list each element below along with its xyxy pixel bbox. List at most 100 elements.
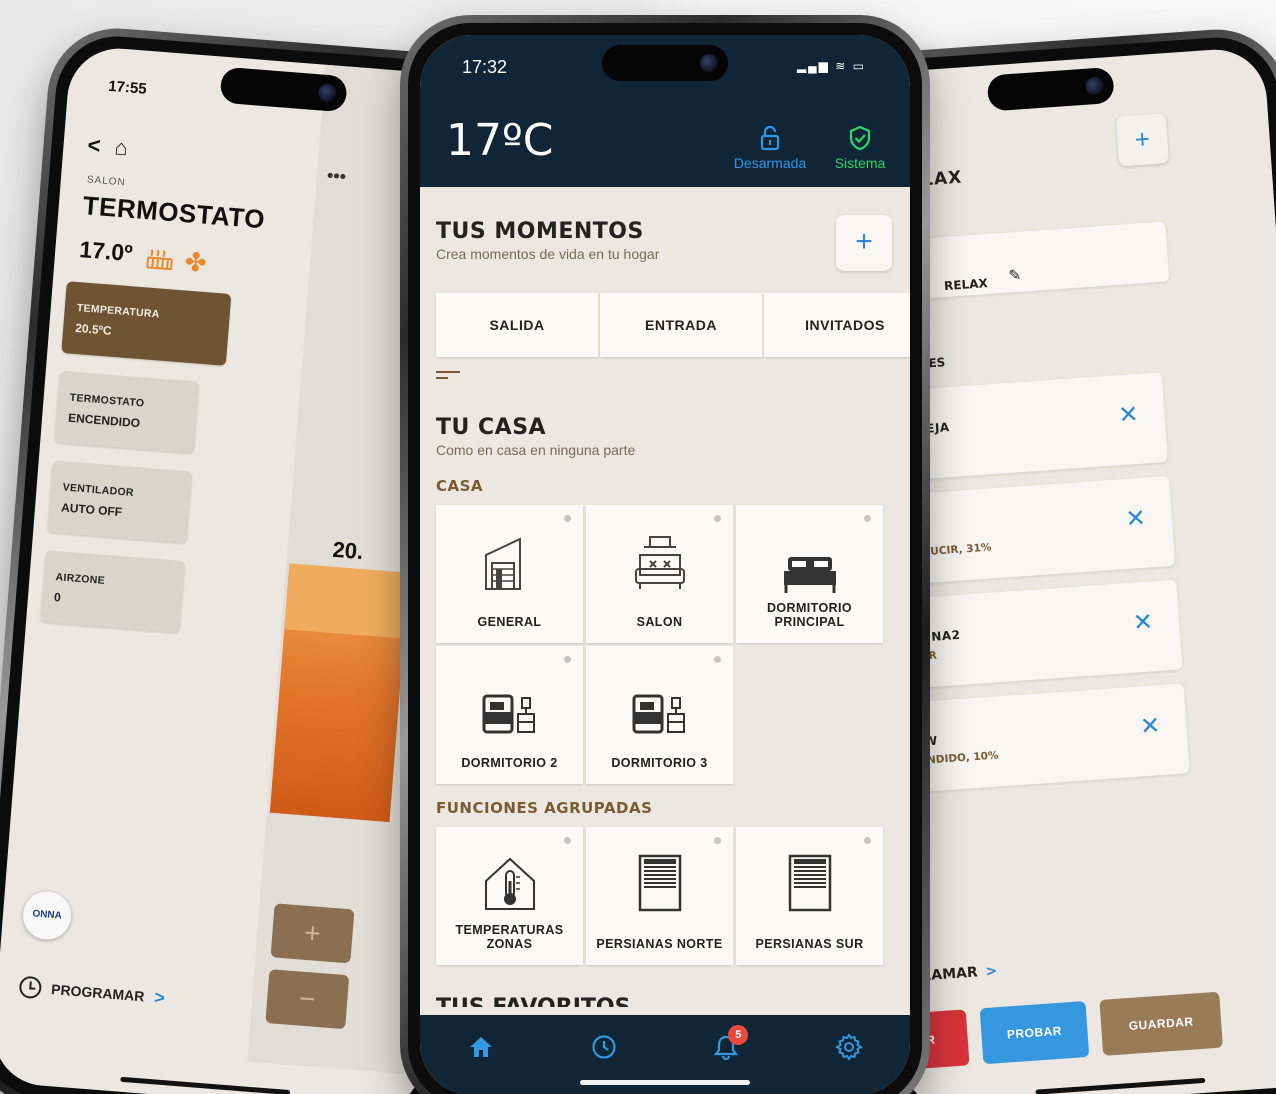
battery-icon: ▭ [852, 59, 866, 73]
status-dot [714, 837, 721, 844]
stage: 20. + − 17:55 < ⌂ ••• SALON TERMOSTATO 1… [0, 0, 1276, 1094]
card-fan[interactable]: VENTILADOR AUTO OFF [47, 460, 193, 544]
blind-icon [638, 854, 681, 912]
room-label: DORMITORIO 2 [461, 756, 558, 770]
moments-title: TUS MOMENTOS [436, 219, 644, 244]
more-icon[interactable]: ••• [326, 165, 346, 187]
status-dot [564, 656, 571, 663]
program-label: PROGRAMAR [50, 981, 145, 1005]
dynamic-island [602, 45, 728, 81]
add-moment-button[interactable]: + [836, 215, 892, 271]
status-dot [714, 515, 721, 522]
room-label: SALON [86, 174, 127, 189]
home-subtitle: Como en casa en ninguna parte [436, 442, 636, 458]
blind-icon [788, 854, 831, 912]
big-temperature: 20. [331, 536, 365, 565]
room-tile-dormitorio-2[interactable]: DORMITORIO 2 [436, 646, 583, 784]
onna-logo: ONNA [21, 889, 73, 942]
back-nav[interactable]: < ⌂ [87, 132, 129, 161]
wifi-icon: ≋ [835, 59, 848, 73]
room-tile-salon[interactable]: SALON [586, 505, 733, 643]
phone-dashboard: 17:32 ▂▄▆ ≋ ▭ 17ºC Desarmada Sistema TUS… [400, 15, 930, 1094]
status-icons: ▂▄▆ ≋ ▭ [797, 59, 866, 73]
moments-list: SALIDA ENTRADA INVITADOS [436, 293, 910, 357]
notification-badge: 5 [728, 1025, 749, 1045]
shield-check-icon [849, 125, 871, 151]
group-label: TEMPERATURAS ZONAS [455, 923, 564, 951]
program-link[interactable]: PROGRAMAR > [18, 975, 166, 1009]
home-section: TU CASA Como en casa en ninguna parte [436, 415, 635, 458]
tab-home[interactable] [456, 1027, 506, 1067]
heater-icon [146, 247, 173, 271]
fan-icon: ✤ [183, 246, 208, 278]
living-room-icon [634, 536, 685, 589]
tab-notifications[interactable]: 5 [701, 1025, 751, 1067]
status-time: 17:32 [462, 57, 508, 77]
status-dot [864, 515, 871, 522]
room-tile-dormitorio-3[interactable]: DORMITORIO 3 [586, 646, 733, 784]
page-title: TERMOSTATO [81, 190, 267, 235]
system-label: Sistema [834, 155, 886, 171]
moment-salida[interactable]: SALIDA [436, 293, 598, 357]
lock-icon [760, 125, 780, 151]
back-icon[interactable]: < [87, 132, 102, 158]
warehouse-icon [484, 537, 521, 590]
room-tile-dormitorio-principal[interactable]: DORMITORIO PRINCIPAL [736, 505, 883, 643]
clock-icon [592, 1035, 616, 1059]
group-tile-temperaturas[interactable]: TEMPERATURAS ZONAS [436, 827, 583, 965]
temperature-slider-top [284, 563, 410, 639]
status-dot [864, 837, 871, 844]
card-temperature[interactable]: TEMPERATURA 20.5ºC [61, 281, 232, 366]
remove-icon[interactable]: ✕ [1118, 400, 1140, 429]
status-dot [564, 515, 571, 522]
home-indicator [120, 1076, 291, 1094]
group-label: PERSIANAS NORTE [596, 937, 723, 951]
moment-entrada[interactable]: ENTRADA [600, 293, 762, 357]
home-title: TU CASA [436, 415, 547, 440]
card-thermostat[interactable]: TERMOSTATO ENCENDIDO [54, 370, 200, 454]
category-label: CASA [436, 477, 484, 495]
room-label: DORMITORIO PRINCIPAL [766, 601, 853, 629]
single-bed-icon [482, 694, 535, 734]
increase-button[interactable]: + [270, 903, 355, 964]
home-icon[interactable]: ⌂ [114, 134, 129, 160]
group-label: PERSIANAS SUR [755, 937, 864, 951]
status-dot [564, 837, 571, 844]
system-status[interactable]: Sistema [820, 125, 900, 171]
tab-history[interactable] [579, 1027, 629, 1067]
card-airzone[interactable]: AIRZONE 0 [40, 550, 186, 634]
thermometer-house-icon [484, 857, 535, 910]
phone-bezel: 17:32 ▂▄▆ ≋ ▭ 17ºC Desarmada Sistema TUS… [408, 23, 922, 1094]
camera [700, 54, 718, 72]
chevron-right-icon: > [153, 986, 166, 1008]
moment-invitados[interactable]: INVITADOS [764, 293, 910, 357]
remove-icon[interactable]: ✕ [1139, 711, 1161, 740]
rooms-grid: GENERAL SALON DORMITORIO PRINCIPAL DORMI… [436, 505, 883, 784]
remove-icon[interactable]: ✕ [1125, 504, 1147, 533]
grouped-category-label: FUNCIONES AGRUPADAS [436, 799, 653, 817]
camera [1084, 76, 1105, 96]
decrease-button[interactable]: − [265, 969, 350, 1030]
group-tile-persianas-norte[interactable]: PERSIANAS NORTE [586, 827, 733, 965]
tab-settings[interactable] [824, 1027, 874, 1067]
add-button[interactable]: + [1115, 113, 1170, 167]
group-tile-persianas-sur[interactable]: PERSIANAS SUR [736, 827, 883, 965]
camera [317, 83, 338, 103]
favorites-title: TUS FAVORITOS [436, 995, 630, 1007]
dashboard-screen: 17:32 ▂▄▆ ≋ ▭ 17ºC Desarmada Sistema TUS… [420, 35, 910, 1094]
test-button[interactable]: PROBAR [979, 1000, 1090, 1065]
room-tile-general[interactable]: GENERAL [436, 505, 583, 643]
alarm-label: Desarmada [733, 155, 807, 171]
home-icon [470, 1037, 493, 1057]
pencil-icon[interactable]: ✎ [1008, 266, 1022, 285]
moments-section: TUS MOMENTOS Crea momentos de vida en tu… [436, 219, 659, 262]
home-indicator [1035, 1077, 1206, 1094]
signal-icon: ▂▄▆ [796, 59, 830, 73]
current-temperature: 17.0º [78, 236, 134, 267]
remove-icon[interactable]: ✕ [1132, 607, 1154, 636]
carousel-indicator [436, 371, 460, 383]
alarm-status[interactable]: Desarmada [730, 125, 810, 171]
double-bed-icon [783, 557, 836, 593]
save-button[interactable]: GUARDAR [1099, 991, 1223, 1056]
gear-icon [834, 1033, 863, 1061]
